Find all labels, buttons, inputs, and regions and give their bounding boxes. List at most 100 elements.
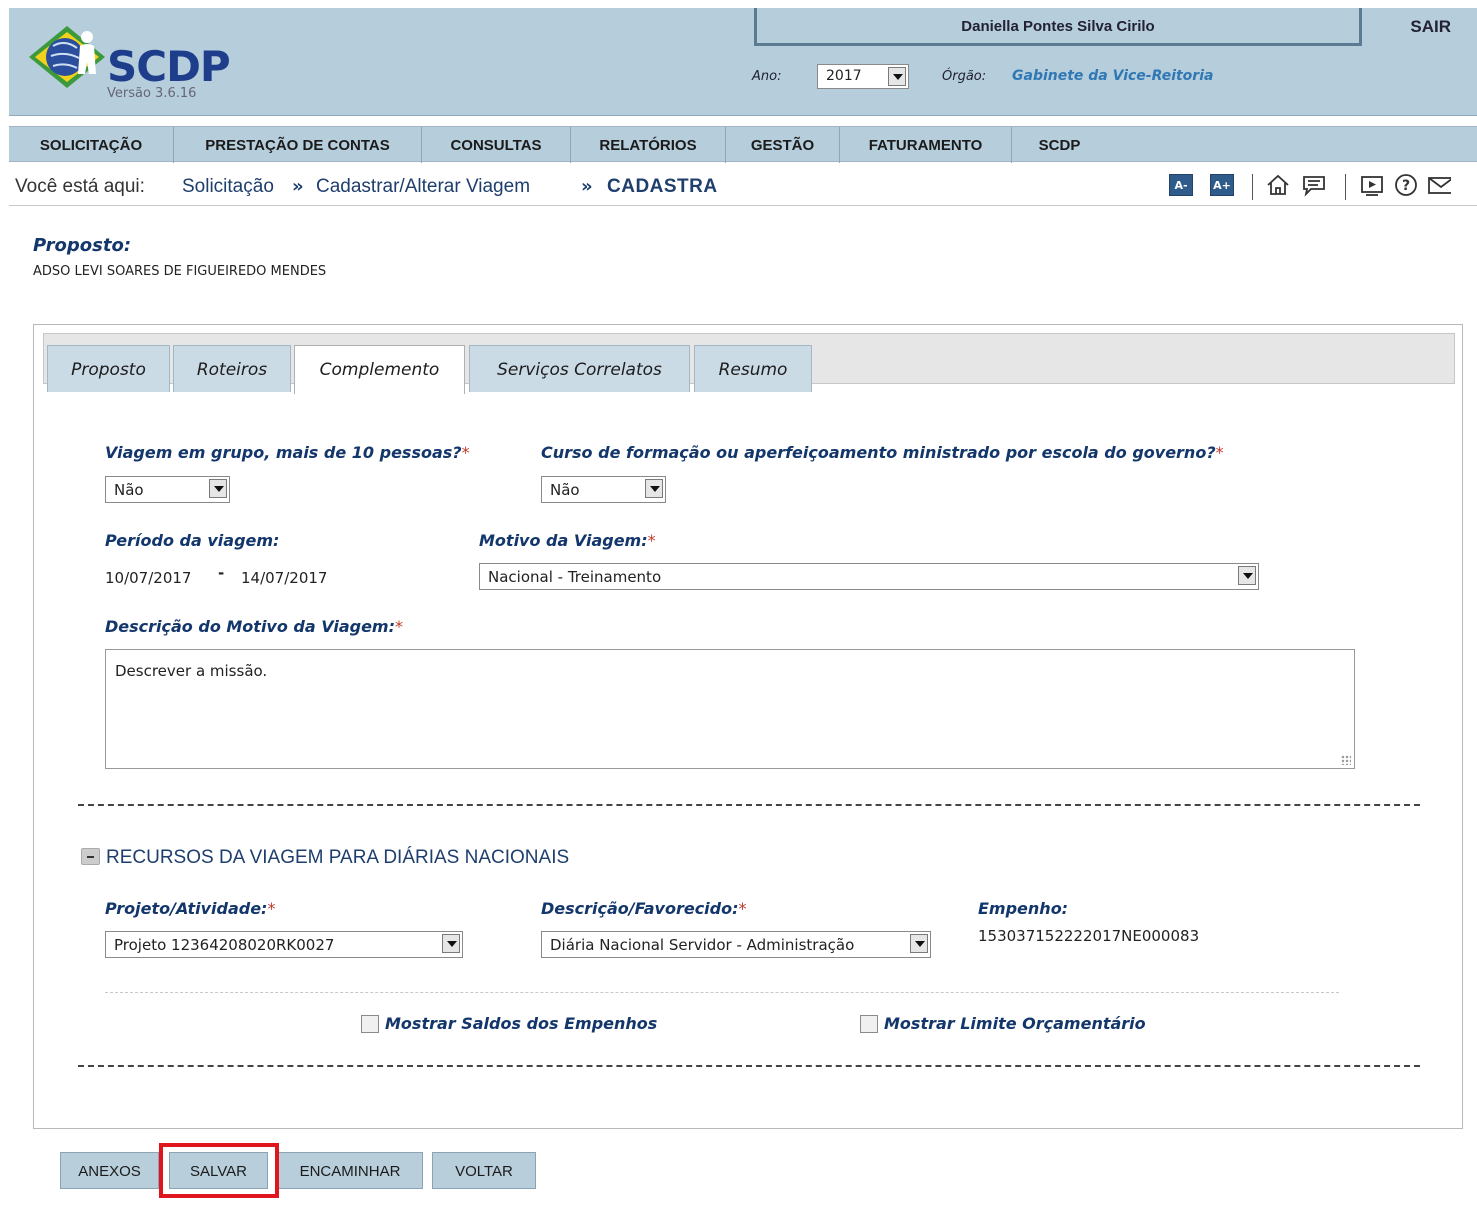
- breadcrumb-item-solicitacao[interactable]: Solicitação: [182, 176, 274, 198]
- breadcrumb: Você está aqui: Solicitação » Cadastrar/…: [9, 162, 1477, 206]
- ano-label: Ano:: [752, 69, 782, 84]
- scdp-logo[interactable]: SCDP Versão 3.6.16: [27, 20, 247, 110]
- chevron-right-icon: »: [581, 176, 593, 197]
- grupo-select[interactable]: Não: [105, 476, 230, 503]
- menu-consultas[interactable]: CONSULTAS: [422, 127, 571, 163]
- divider: [105, 992, 1339, 993]
- curso-label-text: Curso de formação ou aperfeiçoamento min…: [541, 443, 1216, 462]
- presentation-icon[interactable]: [1359, 173, 1385, 197]
- empenho-label: Empenho:: [978, 899, 1069, 918]
- orgao-value[interactable]: Gabinete da Vice-Reitoria: [1012, 68, 1213, 84]
- tab-roteiros[interactable]: Roteiros: [173, 345, 291, 392]
- tab-strip: Proposto Roteiros Complemento Serviços C…: [43, 333, 1455, 394]
- motivo-label-text: Motivo da Viagem:: [479, 531, 648, 550]
- descricao-textarea[interactable]: Descrever a missão.: [105, 649, 1355, 769]
- tab-servicos-correlatos[interactable]: Serviços Correlatos: [469, 345, 690, 392]
- required-mark: *: [647, 531, 656, 550]
- descricao-label-text: Descrição do Motivo da Viagem:: [105, 617, 395, 636]
- descricao-favorecido-value: Diária Nacional Servidor - Administração: [550, 936, 855, 954]
- projeto-label-text: Projeto/Atividade:: [105, 899, 268, 918]
- menu-scdp[interactable]: SCDP: [1012, 127, 1107, 163]
- version-label: Versão 3.6.16: [107, 86, 197, 101]
- tab-resumo[interactable]: Resumo: [694, 345, 812, 392]
- empenho-value: 153037152222017NE000083: [978, 927, 1200, 945]
- required-mark: *: [267, 899, 276, 918]
- chevron-down-icon[interactable]: [1238, 566, 1256, 585]
- mostrar-limite-checkbox[interactable]: [860, 1015, 878, 1033]
- voltar-button[interactable]: VOLTAR: [432, 1152, 536, 1189]
- menu-prestacao-de-contas[interactable]: PRESTAÇÃO DE CONTAS: [174, 127, 422, 163]
- projeto-label: Projeto/Atividade:*: [105, 899, 275, 918]
- chevron-down-icon[interactable]: [209, 479, 227, 498]
- mostrar-limite-label[interactable]: Mostrar Limite Orçamentário: [884, 1014, 1146, 1033]
- proposto-name: ADSO LEVI SOARES DE FIGUEIREDO MENDES: [33, 264, 327, 279]
- help-icon[interactable]: ?: [1393, 173, 1419, 197]
- periodo-separator: -: [218, 564, 225, 582]
- projeto-value: Projeto 12364208020RK0027: [114, 936, 335, 954]
- required-mark: *: [461, 443, 470, 462]
- menu-gestao[interactable]: GESTÃO: [726, 127, 840, 163]
- ano-select[interactable]: 2017: [817, 64, 909, 89]
- periodo-label: Período da viagem:: [105, 531, 280, 550]
- chevron-down-icon[interactable]: [442, 934, 460, 953]
- periodo-inicio: 10/07/2017: [105, 569, 192, 587]
- collapse-icon[interactable]: [81, 848, 100, 865]
- breadcrumb-item-cadastrar[interactable]: Cadastrar/Alterar Viagem: [316, 176, 530, 198]
- user-name: Daniella Pontes Silva Cirilo: [961, 18, 1155, 35]
- required-mark: *: [1215, 443, 1224, 462]
- motivo-select[interactable]: Nacional - Treinamento: [479, 563, 1259, 590]
- orgao-label: Órgão:: [942, 69, 987, 84]
- recursos-section-title: RECURSOS DA VIAGEM PARA DIÁRIAS NACIONAI…: [106, 847, 570, 868]
- required-mark: *: [738, 899, 747, 918]
- page: SCDP Versão 3.6.16 Daniella Pontes Silva…: [0, 0, 1477, 1217]
- font-increase-button[interactable]: A+: [1210, 174, 1234, 196]
- form-panel: Proposto Roteiros Complemento Serviços C…: [33, 324, 1463, 1129]
- periodo-fim: 14/07/2017: [241, 569, 328, 587]
- toolbar-divider: [1252, 174, 1253, 200]
- logo-text: SCDP: [107, 42, 231, 91]
- tab-proposto[interactable]: Proposto: [47, 345, 170, 392]
- proposto-title: Proposto:: [33, 235, 132, 256]
- main-menu: SOLICITAÇÃO PRESTAÇÃO DE CONTAS CONSULTA…: [9, 126, 1477, 163]
- encaminhar-button[interactable]: ENCAMINHAR: [277, 1152, 423, 1189]
- curso-select[interactable]: Não: [541, 476, 666, 503]
- chevron-down-icon[interactable]: [910, 934, 928, 953]
- projeto-select[interactable]: Projeto 12364208020RK0027: [105, 931, 463, 958]
- divider: [78, 1065, 1420, 1067]
- menu-faturamento[interactable]: FATURAMENTO: [840, 127, 1012, 163]
- descricao-favorecido-select[interactable]: Diária Nacional Servidor - Administração: [541, 931, 931, 958]
- descricao-favorecido-label-text: Descrição/Favorecido:: [541, 899, 739, 918]
- logout-link[interactable]: SAIR: [1410, 17, 1451, 37]
- breadcrumb-item-current: CADASTRA: [607, 176, 718, 197]
- resize-handle-icon[interactable]: [1341, 755, 1351, 765]
- grupo-label: Viagem em grupo, mais de 10 pessoas?*: [105, 443, 470, 462]
- breadcrumb-lead: Você está aqui:: [15, 176, 145, 197]
- chevron-down-icon[interactable]: [645, 479, 663, 498]
- salvar-highlight-box: [159, 1143, 279, 1198]
- app-header: SCDP Versão 3.6.16 Daniella Pontes Silva…: [9, 8, 1477, 116]
- chevron-right-icon: »: [292, 176, 304, 197]
- grupo-label-text: Viagem em grupo, mais de 10 pessoas?: [105, 443, 462, 462]
- motivo-label: Motivo da Viagem:*: [479, 531, 656, 550]
- chevron-down-icon[interactable]: [888, 67, 906, 86]
- chat-icon[interactable]: [1301, 173, 1327, 197]
- motivo-value: Nacional - Treinamento: [488, 568, 662, 586]
- home-icon[interactable]: [1265, 173, 1291, 197]
- descricao-label: Descrição do Motivo da Viagem:*: [105, 617, 403, 636]
- anexos-button[interactable]: ANEXOS: [60, 1152, 159, 1189]
- divider: [78, 804, 1420, 806]
- font-decrease-button[interactable]: A-: [1169, 174, 1193, 196]
- toolbar-divider: [1345, 174, 1346, 200]
- menu-relatorios[interactable]: RELATÓRIOS: [571, 127, 726, 163]
- svg-text:?: ?: [1402, 178, 1410, 194]
- user-bar: Daniella Pontes Silva Cirilo: [754, 8, 1362, 46]
- descricao-favorecido-label: Descrição/Favorecido:*: [541, 899, 747, 918]
- menu-solicitacao[interactable]: SOLICITAÇÃO: [9, 127, 174, 163]
- ano-value: 2017: [826, 68, 862, 84]
- logo-icon: [29, 26, 105, 88]
- mail-icon[interactable]: [1427, 173, 1451, 197]
- curso-value: Não: [550, 481, 580, 499]
- mostrar-saldos-label[interactable]: Mostrar Saldos dos Empenhos: [385, 1014, 657, 1033]
- tab-complemento[interactable]: Complemento: [294, 345, 465, 394]
- mostrar-saldos-checkbox[interactable]: [361, 1015, 379, 1033]
